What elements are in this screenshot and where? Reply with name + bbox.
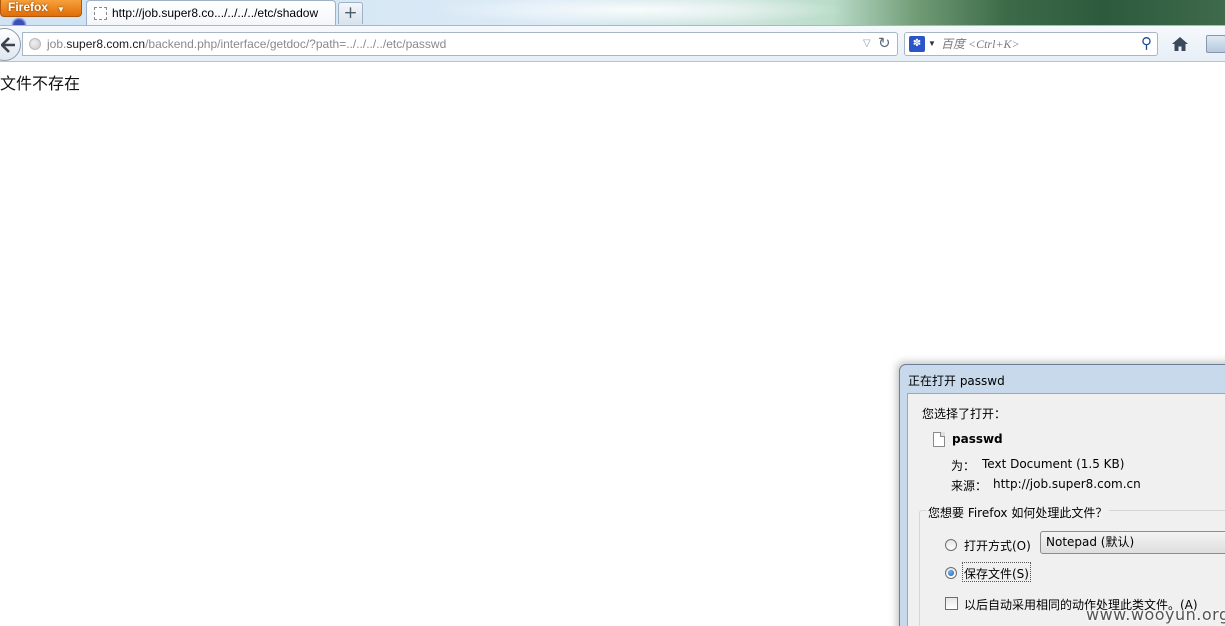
url-host: super8.com.cn bbox=[66, 37, 146, 51]
title-bar-glow bbox=[430, 0, 850, 25]
magnifier-icon[interactable]: ⚲ bbox=[1141, 33, 1152, 55]
dialog-body: 您选择了打开： passwd 为： Text Document (1.5 KB)… bbox=[907, 393, 1225, 626]
blank-page-icon bbox=[94, 7, 107, 20]
dialog-title: 正在打开 passwd bbox=[908, 374, 1005, 388]
open-file-dialog: 正在打开 passwd 您选择了打开： passwd 为： Text Docum… bbox=[899, 364, 1225, 626]
search-bar[interactable]: ✽ ▼ 百度 <Ctrl+K> ⚲ bbox=[904, 32, 1158, 56]
text-file-icon bbox=[933, 432, 945, 447]
open-with-radio[interactable] bbox=[945, 539, 957, 551]
engine-chevron-down-icon[interactable]: ▼ bbox=[928, 33, 936, 55]
open-with-value: Notepad (默认) bbox=[1046, 535, 1135, 549]
firefox-logo-icon bbox=[10, 17, 28, 25]
back-arrow-icon bbox=[1, 37, 15, 53]
tab-current[interactable]: http://job.super8.co.../../../../etc/sha… bbox=[86, 0, 336, 26]
chosen-label: 您选择了打开： bbox=[922, 407, 1007, 421]
type-label: 为： bbox=[951, 459, 976, 473]
auto-action-checkbox[interactable] bbox=[945, 597, 958, 610]
site-identity-icon[interactable] bbox=[29, 38, 41, 50]
open-with-select[interactable]: Notepad (默认) bbox=[1040, 531, 1225, 554]
page-message: 文件不存在 bbox=[0, 74, 81, 93]
save-file-label[interactable]: 保存文件(S) bbox=[964, 565, 1029, 582]
source-value: http://job.super8.com.cn bbox=[993, 477, 1141, 491]
firefox-menu-label: Firefox bbox=[8, 0, 49, 14]
new-tab-button[interactable]: + bbox=[338, 2, 363, 24]
url-bar[interactable]: job.super8.com.cn/backend.php/interface/… bbox=[22, 32, 898, 56]
url-prefix: job. bbox=[47, 37, 67, 51]
action-question: 您想要 Firefox 如何处理此文件？ bbox=[926, 504, 1110, 521]
watermark: www.wooyun.org bbox=[1086, 605, 1225, 624]
source-label: 来源： bbox=[951, 479, 988, 493]
firefox-menu-button[interactable]: Firefox ▼ bbox=[0, 0, 82, 17]
baidu-paw-icon[interactable]: ✽ bbox=[909, 36, 925, 52]
tab-title: http://job.super8.co.../../../../etc/sha… bbox=[112, 6, 319, 20]
home-icon[interactable] bbox=[1170, 34, 1190, 54]
type-value: Text Document (1.5 KB) bbox=[982, 457, 1125, 471]
bookmarks-icon[interactable] bbox=[1206, 35, 1225, 53]
history-dropdown-icon[interactable]: ▽ bbox=[863, 33, 871, 55]
save-file-radio[interactable] bbox=[945, 567, 957, 579]
url-path: /backend.php/interface/getdoc/?path=../.… bbox=[145, 37, 447, 51]
file-name: passwd bbox=[952, 432, 1003, 446]
reload-icon[interactable]: ↻ bbox=[878, 33, 891, 55]
chevron-down-icon: ▼ bbox=[57, 5, 65, 14]
open-with-label[interactable]: 打开方式(O) bbox=[964, 537, 1031, 554]
navigation-bar: job.super8.com.cn/backend.php/interface/… bbox=[0, 25, 1225, 62]
back-button[interactable] bbox=[0, 28, 21, 61]
search-placeholder: 百度 <Ctrl+K> bbox=[941, 37, 1020, 51]
